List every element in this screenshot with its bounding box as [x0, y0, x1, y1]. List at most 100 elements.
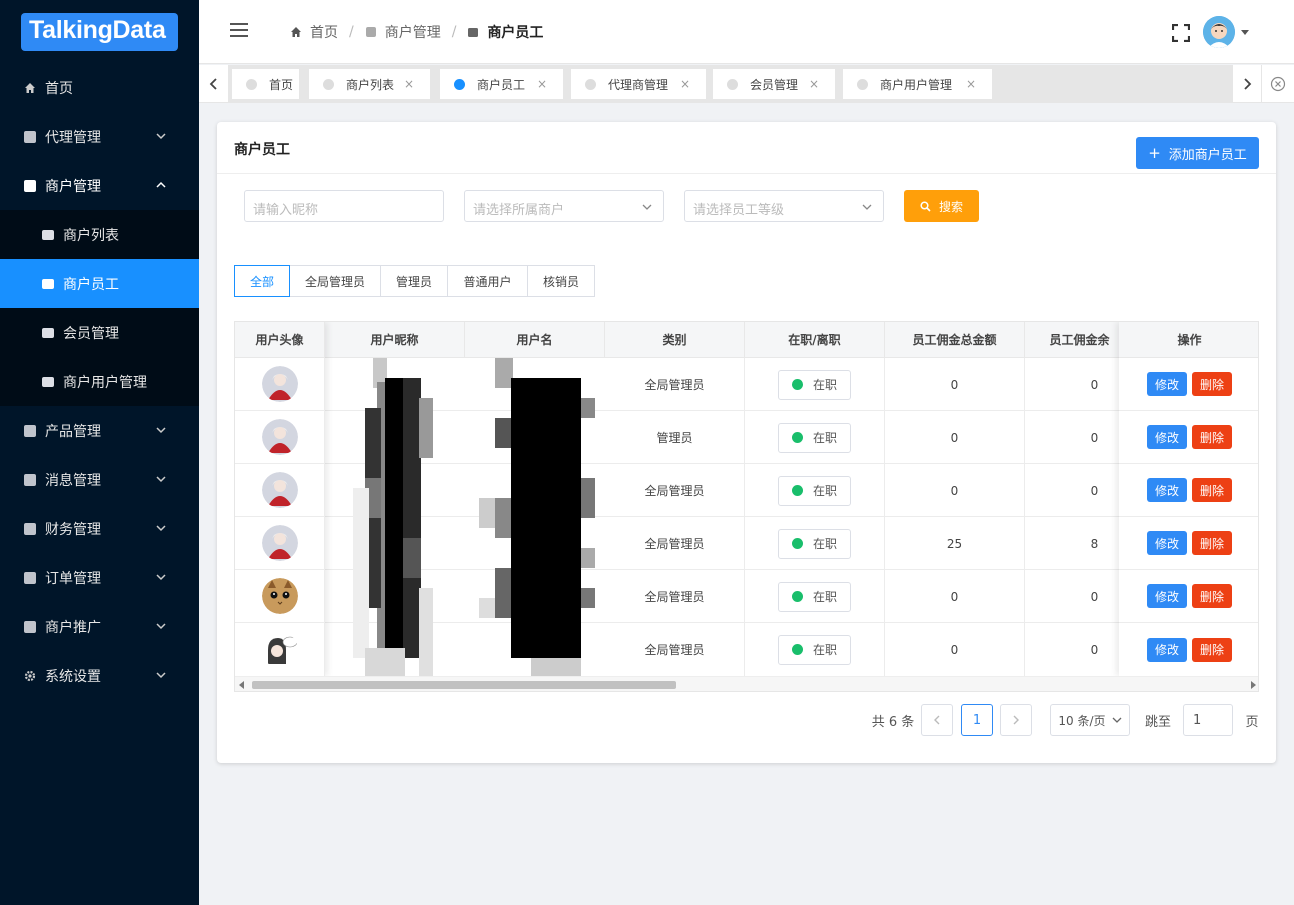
staff-level-select[interactable]: 请选择员工等级 [684, 190, 884, 222]
tab-member-management[interactable]: 会员管理 × [713, 69, 835, 99]
sidebar-item-product[interactable]: 产品管理 [0, 406, 199, 455]
sidebar-item-order[interactable]: 订单管理 [0, 553, 199, 602]
delete-button[interactable]: 删除 [1192, 531, 1232, 555]
role-tab-normal-user[interactable]: 普通用户 [447, 265, 528, 297]
close-icon[interactable]: × [966, 77, 976, 91]
edit-button[interactable]: 修改 [1147, 372, 1187, 396]
sidebar-item-label: 会员管理 [63, 325, 119, 342]
merchant-select[interactable]: 请选择所属商户 [464, 190, 664, 222]
tab-merchant-staff[interactable]: 商户员工 × [440, 69, 563, 99]
tab-merchant-list[interactable]: 商户列表 × [309, 69, 430, 99]
avatar-cell [235, 570, 325, 623]
caret-down-icon[interactable] [1241, 30, 1249, 35]
status-select[interactable]: 在职 [778, 369, 851, 400]
page-number-button[interactable]: 1 [961, 704, 993, 736]
scroll-left-arrow-icon[interactable] [239, 681, 245, 689]
chevron-up-icon [156, 181, 166, 188]
fullscreen-icon[interactable] [1172, 24, 1190, 42]
tab-merchant-user-management[interactable]: 商户用户管理 × [843, 69, 992, 99]
column-header: 用户头像 [235, 322, 325, 358]
status-dot [792, 538, 803, 549]
status-select[interactable]: 在职 [778, 581, 851, 612]
sidebar-item-message[interactable]: 消息管理 [0, 455, 199, 504]
status-select[interactable]: 在职 [778, 528, 851, 559]
breadcrumb-separator: / [349, 24, 354, 40]
add-staff-button-label: 添加商户员工 [1168, 147, 1247, 163]
tabs-scroll-left-button[interactable] [199, 65, 228, 103]
close-icon[interactable]: × [404, 77, 414, 91]
search-icon [920, 200, 931, 212]
status-dot [792, 379, 803, 390]
sidebar-item-merchant-users[interactable]: 商户用户管理 [0, 357, 199, 406]
category-cell: 全局管理员 [605, 570, 745, 623]
sidebar-item-agent[interactable]: 代理管理 [0, 112, 199, 161]
tabs-scroll-right-button[interactable] [1232, 65, 1261, 103]
role-tab-all[interactable]: 全部 [234, 265, 290, 297]
close-icon[interactable]: × [680, 77, 690, 91]
sidebar-item-promotion[interactable]: 商户推广 [0, 602, 199, 651]
delete-button[interactable]: 删除 [1192, 478, 1232, 502]
page-size-select[interactable]: 10 条/页 [1050, 704, 1130, 736]
close-icon[interactable]: × [537, 77, 547, 91]
avatar[interactable] [1203, 16, 1235, 48]
edit-button[interactable]: 修改 [1147, 584, 1187, 608]
role-tab-global-admin[interactable]: 全局管理员 [289, 265, 381, 297]
tabs-list: 首页 商户列表 × 商户员工 × 代理商管理 × 会员管理 × 商户用户管理 × [228, 65, 1232, 103]
status-select[interactable]: 在职 [778, 634, 851, 665]
tab-home[interactable]: 首页 [232, 69, 299, 99]
close-icon[interactable]: × [809, 77, 819, 91]
folder-icon [42, 229, 54, 240]
prev-page-button[interactable] [921, 704, 953, 736]
sidebar-item-finance[interactable]: 财务管理 [0, 504, 199, 553]
jump-page-input[interactable]: 1 [1183, 704, 1233, 736]
sidebar-item-merchant-staff[interactable]: 商户员工 [0, 259, 199, 308]
horizontal-scrollbar[interactable] [235, 676, 1258, 691]
sidebar-item-label: 商户推广 [45, 619, 101, 636]
tabs-close-all-button[interactable] [1261, 65, 1294, 103]
chevron-down-icon [156, 672, 166, 679]
actions-cell: 修改 删除 [1119, 623, 1258, 676]
chevron-left-icon [934, 715, 940, 725]
edit-button[interactable]: 修改 [1147, 425, 1187, 449]
sidebar-item-home[interactable]: 首页 [0, 63, 199, 112]
role-tab-admin[interactable]: 管理员 [380, 265, 448, 297]
avatar [261, 419, 298, 455]
search-button[interactable]: 搜索 [904, 190, 979, 222]
breadcrumb-parent[interactable]: 商户管理 [385, 22, 441, 42]
edit-button[interactable]: 修改 [1147, 637, 1187, 662]
scrollbar-thumb[interactable] [252, 681, 676, 689]
delete-button[interactable]: 删除 [1192, 584, 1232, 608]
status-select[interactable]: 在职 [778, 475, 851, 506]
breadcrumb-current: 商户员工 [487, 25, 544, 41]
next-page-button[interactable] [1000, 704, 1032, 736]
sidebar-item-member[interactable]: 会员管理 [0, 308, 199, 357]
tab-dot [585, 78, 596, 90]
role-filter-tabs: 全部 全局管理员 管理员 普通用户 核销员 [234, 265, 595, 297]
role-tab-verifier[interactable]: 核销员 [527, 265, 595, 297]
chevron-down-icon [642, 204, 652, 210]
tab-label: 代理商管理 [608, 77, 669, 92]
hamburger-menu-icon[interactable] [230, 23, 248, 37]
sidebar-item-merchant-list[interactable]: 商户列表 [0, 210, 199, 259]
status-select[interactable]: 在职 [778, 422, 851, 453]
sidebar-item-label: 代理管理 [45, 129, 101, 146]
tab-agent-management[interactable]: 代理商管理 × [571, 69, 706, 99]
edit-button[interactable]: 修改 [1147, 531, 1187, 555]
add-staff-button[interactable]: + 添加商户员工 [1136, 137, 1259, 169]
delete-button[interactable]: 删除 [1192, 425, 1232, 449]
delete-button[interactable]: 删除 [1192, 637, 1232, 662]
status-label: 在职 [813, 431, 838, 445]
edit-button[interactable]: 修改 [1147, 478, 1187, 502]
sidebar-item-settings[interactable]: 系统设置 [0, 651, 199, 700]
nickname-input[interactable]: 请输入昵称 [244, 190, 444, 222]
folder-icon [42, 327, 54, 338]
category-cell: 全局管理员 [605, 464, 745, 517]
document-icon [24, 424, 36, 437]
document-icon [24, 473, 36, 486]
avatar-cell [235, 464, 325, 517]
sidebar-item-merchant[interactable]: 商户管理 [0, 161, 199, 210]
breadcrumb: 首页 / 商户管理 / 商户员工 [290, 22, 543, 42]
delete-button[interactable]: 删除 [1192, 372, 1232, 396]
breadcrumb-home[interactable]: 首页 [310, 22, 338, 42]
scroll-right-arrow-icon[interactable] [1250, 681, 1256, 689]
